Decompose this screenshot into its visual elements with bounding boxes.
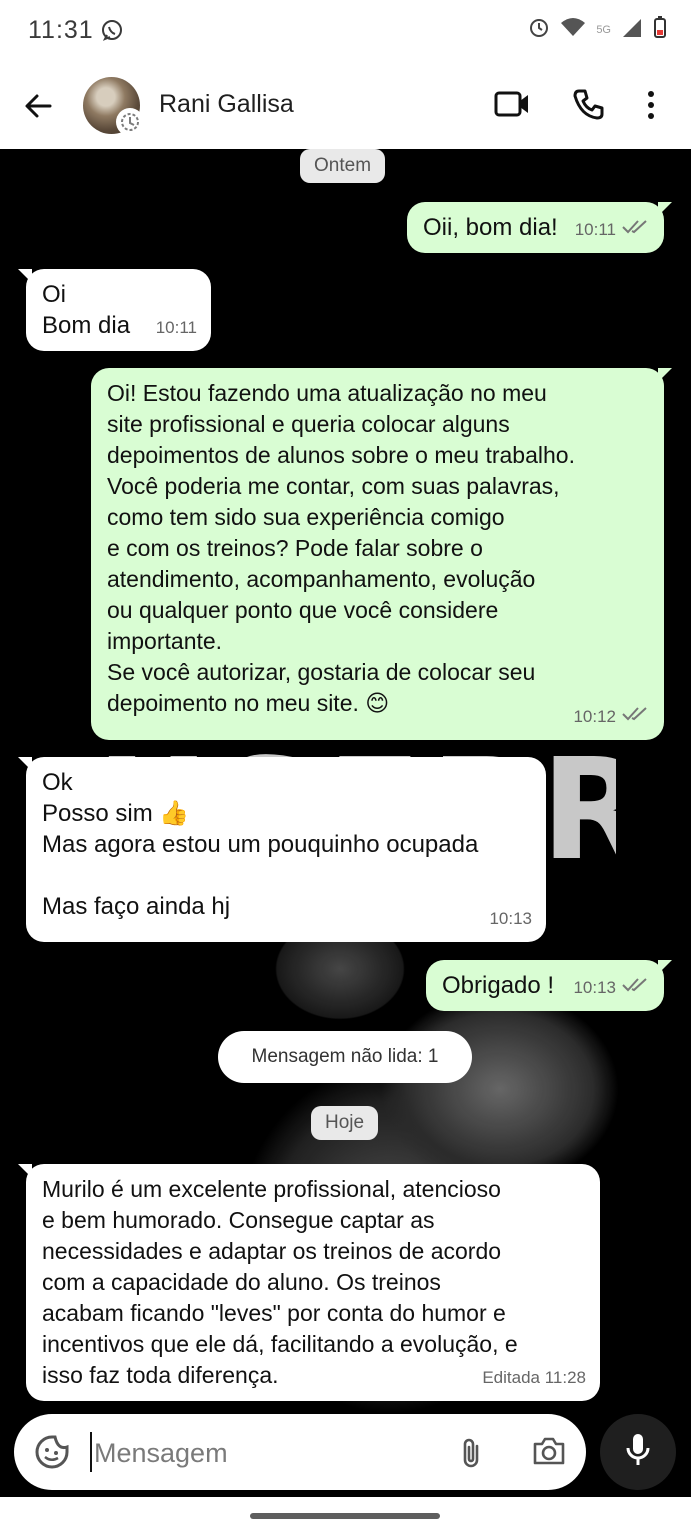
message-bubble-outgoing[interactable]: Oii, bom dia! 10:11 <box>407 202 672 253</box>
battery-icon <box>653 16 667 43</box>
chat-header: Rani Gallisa <box>0 62 691 150</box>
message-text: Oi Bom dia <box>42 281 131 339</box>
navigation-bar <box>0 1497 691 1536</box>
microphone-icon <box>624 1432 652 1473</box>
message-meta: 10:11 <box>156 312 197 343</box>
message-text: Ok Posso sim 👍 Mas agora estou um pouqui… <box>42 769 479 920</box>
wifi-icon <box>560 17 586 42</box>
unread-messages-label: Mensagem não lida: 1 <box>218 1031 472 1083</box>
message-bubble-incoming[interactable]: Ok Posso sim 👍 Mas agora estou um pouqui… <box>18 757 546 942</box>
arrow-left-icon[interactable] <box>22 90 54 127</box>
double-check-icon <box>622 701 650 732</box>
video-call-icon[interactable] <box>494 90 530 123</box>
date-separator: Ontem <box>300 149 386 183</box>
bubble-tail <box>18 1164 32 1178</box>
network-type: 5G <box>596 23 611 36</box>
bubble-tail <box>18 269 32 283</box>
double-check-icon <box>622 972 650 1003</box>
double-check-icon <box>622 214 650 245</box>
microphone-button[interactable] <box>600 1414 676 1490</box>
status-time: 11:31 <box>28 16 94 44</box>
message-meta: 10:13 <box>573 972 650 1003</box>
message-composer <box>14 1414 586 1490</box>
message-bubble-incoming[interactable]: Murilo é um excelente profissional, aten… <box>18 1164 600 1401</box>
more-vertical-icon[interactable] <box>646 90 656 125</box>
sticker-emoji-icon[interactable] <box>34 1434 70 1475</box>
status-ring-icon <box>116 108 144 136</box>
bubble-tail <box>658 368 672 382</box>
message-meta: 10:11 <box>575 214 650 245</box>
paperclip-icon[interactable] <box>458 1436 484 1475</box>
message-text: Murilo é um excelente profissional, aten… <box>42 1176 518 1388</box>
message-time: 10:12 <box>573 707 616 726</box>
message-meta: Editada 11:28 <box>482 1362 586 1393</box>
status-icons: 5G <box>528 16 667 43</box>
bubble-tail <box>18 757 32 771</box>
message-text: Oi! Estou fazendo uma atualização no meu… <box>107 380 575 716</box>
message-meta: 10:12 <box>573 701 650 732</box>
alarm-icon <box>528 16 550 43</box>
bubble-tail <box>658 960 672 974</box>
message-text: Obrigado ! <box>442 972 555 999</box>
message-meta: 10:13 <box>489 903 532 934</box>
status-bar: 11:31 5G <box>0 0 691 62</box>
date-separator: Hoje <box>311 1106 379 1140</box>
message-time: 10:13 <box>573 978 616 997</box>
whatsapp-status-icon <box>101 19 123 46</box>
message-time: Editada 11:28 <box>482 1368 586 1387</box>
contact-name[interactable]: Rani Gallisa <box>159 90 294 119</box>
bubble-tail <box>658 202 672 216</box>
signal-icon <box>621 16 643 43</box>
message-input[interactable] <box>92 1430 436 1476</box>
message-bubble-incoming[interactable]: Oi Bom dia 10:11 <box>18 269 211 351</box>
message-text: Oii, bom dia! <box>423 214 558 241</box>
message-bubble-outgoing[interactable]: Oi! Estou fazendo uma atualização no meu… <box>91 368 672 740</box>
message-time: 10:11 <box>574 220 616 239</box>
home-gesture-handle[interactable] <box>250 1513 440 1519</box>
message-time: 10:13 <box>489 909 532 928</box>
camera-icon[interactable] <box>532 1436 566 1471</box>
message-time: 10:11 <box>155 318 197 337</box>
chat-area[interactable]: USEPREME Ontem Oii, bom dia! 10:11 Oi Bo… <box>0 149 691 1497</box>
phone-icon[interactable] <box>571 88 605 127</box>
message-bubble-outgoing[interactable]: Obrigado ! 10:13 <box>426 960 672 1011</box>
